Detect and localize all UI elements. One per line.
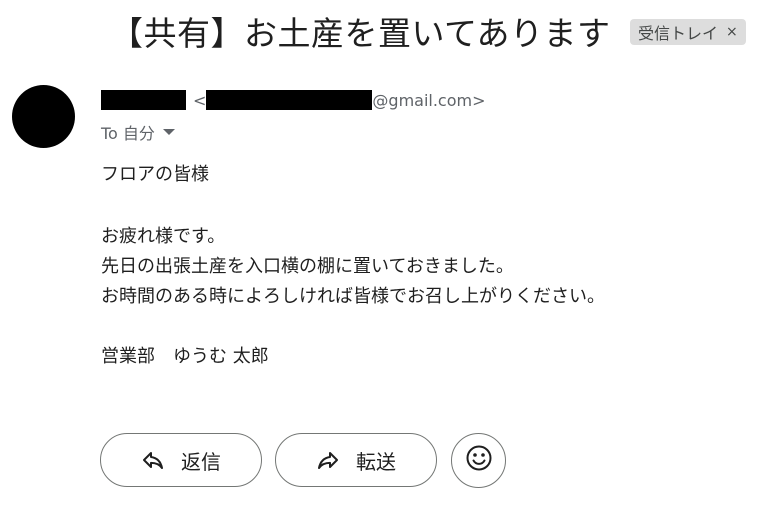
forward-button[interactable]: 転送 bbox=[275, 433, 437, 487]
emoji-reaction-button[interactable] bbox=[451, 433, 506, 488]
smiley-face-icon bbox=[465, 444, 493, 477]
sender-row: < @gmail.com> bbox=[101, 89, 486, 111]
redacted-sender-name bbox=[101, 90, 186, 110]
email-subject-row: 【共有】お土産を置いてあります bbox=[110, 8, 611, 54]
reply-button[interactable]: 返信 bbox=[100, 433, 262, 487]
reply-arrow-icon bbox=[141, 448, 165, 472]
inbox-label-chip[interactable]: 受信トレイ × bbox=[630, 19, 746, 45]
redacted-sender-email bbox=[206, 90, 373, 110]
caret-down-icon[interactable] bbox=[162, 129, 175, 135]
email-open-bracket: < bbox=[193, 90, 207, 110]
body-line: 先日の出張土産を入口横の棚に置いておきました。 bbox=[101, 256, 514, 277]
body-line: お疲れ様です。 bbox=[101, 226, 226, 247]
body-signature: 営業部 ゆうむ 太郎 bbox=[101, 346, 269, 367]
email-subject: 【共有】お土産を置いてあります bbox=[110, 14, 611, 53]
label-chip-text: 受信トレイ bbox=[638, 24, 719, 43]
reply-label: 返信 bbox=[181, 449, 221, 474]
remove-label-icon[interactable]: × bbox=[726, 24, 738, 40]
body-line: お時間のある時によろしければ皆様でお召し上がりください。 bbox=[101, 286, 605, 307]
sender-email-domain: @gmail.com> bbox=[372, 90, 486, 110]
recipient-label: To 自分 bbox=[101, 124, 155, 143]
recipient-details-toggle[interactable]: To 自分 bbox=[101, 121, 175, 143]
forward-arrow-icon bbox=[316, 448, 340, 472]
sender-avatar[interactable] bbox=[12, 85, 75, 148]
body-greeting: フロアの皆様 bbox=[101, 164, 209, 185]
forward-label: 転送 bbox=[356, 449, 396, 474]
